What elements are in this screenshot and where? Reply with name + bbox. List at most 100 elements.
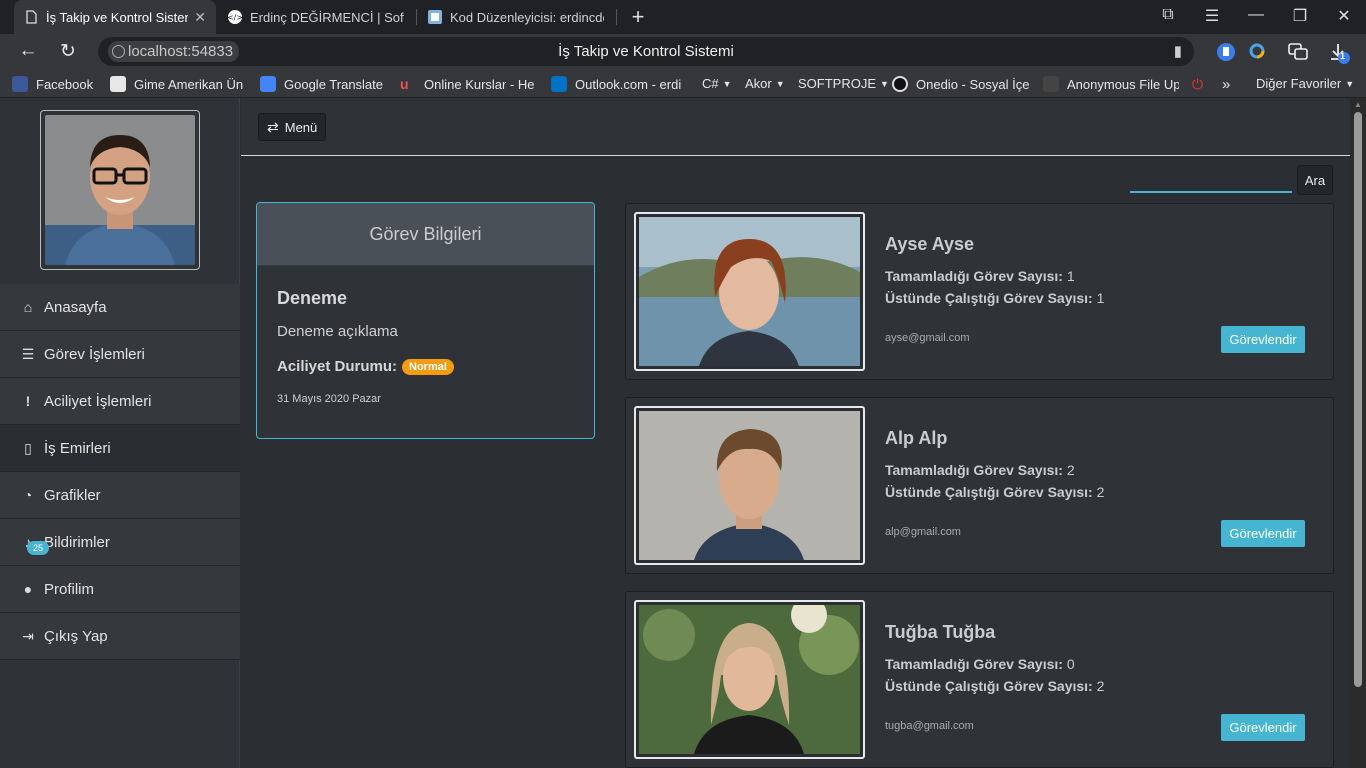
sidebar-item-profilim[interactable]: ● Profilim (0, 566, 240, 613)
search-button[interactable]: Ara (1297, 165, 1333, 195)
tab-divider (616, 9, 617, 25)
menu-icon[interactable]: ☰ (1201, 6, 1223, 26)
search-input[interactable] (1130, 168, 1292, 193)
completed-count: Tamamladığı Görev Sayısı: 0 (885, 656, 1075, 672)
sidebar-item-grafikler[interactable]: ◔ Grafikler (0, 472, 240, 519)
sidebar-item-label: İş Emirleri (44, 439, 111, 457)
bookmark-onedio[interactable]: Onedio - Sosyal İçe (892, 76, 1030, 92)
sidebar-item-label: Bildirimler (44, 533, 110, 551)
minimize-icon[interactable]: — (1245, 6, 1267, 24)
tasks-icon: ☰ (21, 345, 35, 362)
sidebar-item-cikis-yap[interactable]: ⇥ Çıkış Yap (0, 613, 240, 660)
outlook-icon (551, 76, 567, 92)
bookmark-folder-akor[interactable]: Akor ▼ (745, 76, 785, 91)
browser-toolbar: ← ↻ localhost:54833 İş Takip ve Kontrol … (0, 34, 1366, 70)
profile-avatar[interactable] (40, 110, 200, 270)
document-icon (24, 10, 38, 24)
window-close-icon[interactable]: ✕ (1333, 6, 1355, 26)
bookmark-facebook[interactable]: Facebook (12, 76, 98, 92)
browser-tab-strip: İş Takip ve Kontrol Sistemi ✕ </> Erdinç… (0, 0, 1366, 34)
home-icon: ⌂ (23, 299, 33, 315)
user-email: ayse@gmail.com (885, 332, 970, 344)
exclamation-icon: ! (25, 393, 31, 409)
assign-button[interactable]: Görevlendir (1221, 326, 1305, 353)
bookmark-outlook[interactable]: Outlook.com - erdi (551, 76, 689, 92)
restore-icon[interactable]: ❐ (1289, 6, 1311, 26)
close-icon[interactable]: ✕ (194, 9, 206, 26)
browser-tab[interactable]: </> Erdinç DEĞİRMENCİ | Software (218, 0, 414, 34)
bookmark-online-kurslar[interactable]: u Online Kurslar - He (400, 76, 536, 92)
more-bookmarks-icon[interactable]: » (1222, 76, 1230, 93)
caret-down-icon: ▼ (1345, 78, 1355, 89)
bookmark-gime[interactable]: Gime Amerikan Ün (110, 76, 246, 92)
page-scrollbar[interactable]: ▲ (1350, 98, 1366, 768)
user-email: alp@gmail.com (885, 526, 961, 538)
task-title: Deneme (277, 288, 348, 308)
bookmark-folder-csharp[interactable]: C# ▼ (702, 76, 732, 91)
completed-count: Tamamladığı Görev Sayısı: 1 (885, 268, 1075, 284)
reload-icon[interactable]: ↻ (56, 40, 80, 63)
task-date: 31 Mayıs 2020 Pazar (277, 393, 381, 405)
sidebar-item-label: Anasayfa (44, 298, 107, 316)
tab-title: İş Takip ve Kontrol Sistemi (46, 9, 189, 25)
assign-button[interactable]: Görevlendir (1221, 520, 1305, 547)
sidebar-item-gorev-islemleri[interactable]: ☰ Görev İşlemleri (0, 331, 240, 378)
download-icon[interactable]: 1 (1328, 42, 1350, 64)
sign-out-icon: ⇥ (22, 627, 34, 644)
bookmark-folder-other[interactable]: Diğer Favoriler ▼ (1256, 76, 1354, 91)
svg-text:</>: </> (228, 13, 242, 22)
sidebar-item-label: Profilim (44, 580, 95, 598)
extension-bookmark-icon[interactable] (1216, 42, 1236, 62)
top-bar: ⇄ Menü (241, 98, 1350, 156)
user-card: Alp Alp Tamamladığı Görev Sayısı: 2 Üstü… (625, 397, 1334, 574)
task-card-body: Deneme Deneme açıklama Aciliyet Durumu: … (257, 266, 594, 427)
udemy-icon: u (400, 76, 409, 92)
task-info-card: Görev Bilgileri Deneme Deneme açıklama A… (256, 202, 595, 439)
bookmark-folder-softproje[interactable]: SOFTPROJE ▼ (798, 76, 889, 91)
page-icon (110, 76, 126, 92)
exchange-icon: ⇄ (267, 118, 279, 135)
user-email: tugba@gmail.com (885, 720, 974, 732)
back-icon[interactable]: ← (16, 40, 40, 62)
scrollbar-thumb[interactable] (1354, 112, 1362, 687)
user-photo (634, 212, 865, 371)
bookmark-icon[interactable]: ▮ (1174, 42, 1182, 60)
sidebar-item-bildirimler[interactable]: ♪ Bildirimler 25 (0, 519, 240, 566)
browser-tab-active[interactable]: İş Takip ve Kontrol Sistemi ✕ (14, 0, 216, 34)
sidebar-item-label: Aciliyet İşlemleri (44, 392, 152, 410)
sidebar-item-anasayfa[interactable]: ⌂ Anasayfa (0, 284, 240, 331)
side-menu: ⌂ Anasayfa ☰ Görev İşlemleri ! Aciliyet … (0, 284, 240, 660)
facebook-icon (12, 76, 28, 92)
user-card: Ayse Ayse Tamamladığı Görev Sayısı: 1 Üs… (625, 203, 1334, 380)
tab-search-icon[interactable]: ⧉ (1157, 6, 1179, 24)
file-icon: ▯ (24, 439, 32, 456)
assign-button[interactable]: Görevlendir (1221, 714, 1305, 741)
bookmark-google-translate[interactable]: Google Translate (260, 76, 390, 92)
translate-icon (260, 76, 276, 92)
pie-chart-icon: ◔ (23, 487, 33, 503)
bookmark-anonymous-file[interactable]: Anonymous File Up (1043, 76, 1179, 92)
sidebar-item-aciliyet-islemleri[interactable]: ! Aciliyet İşlemleri (0, 378, 240, 425)
page-title: İş Takip ve Kontrol Sistemi (558, 43, 734, 60)
power-icon[interactable]: ⏻ (1192, 76, 1203, 93)
extension-chat-icon[interactable] (1288, 42, 1308, 62)
address-bar[interactable]: localhost:54833 İş Takip ve Kontrol Sist… (98, 37, 1194, 66)
new-tab-button[interactable]: + (626, 4, 650, 30)
page-content: ⌂ Anasayfa ☰ Görev İşlemleri ! Aciliyet … (0, 98, 1350, 768)
user-photo (634, 600, 865, 759)
scroll-up-icon[interactable]: ▲ (1354, 100, 1362, 109)
onedio-icon (892, 76, 908, 92)
caret-down-icon: ▼ (775, 78, 785, 89)
urgency-badge: Normal (402, 358, 454, 375)
user-name: Tuğba Tuğba (885, 622, 996, 642)
caret-down-icon: ▼ (722, 78, 732, 89)
menu-toggle-button[interactable]: ⇄ Menü (258, 113, 327, 141)
user-photo (634, 406, 865, 565)
sidebar: ⌂ Anasayfa ☰ Görev İşlemleri ! Aciliyet … (0, 98, 240, 768)
task-description: Deneme açıklama (277, 323, 398, 340)
editor-icon (428, 10, 442, 24)
sidebar-item-is-emirleri[interactable]: ▯ İş Emirleri (0, 425, 240, 472)
browser-tab[interactable]: Kod Düzenleyicisi: erdincdegirmenci (418, 0, 614, 34)
extension-search-icon[interactable] (1248, 42, 1268, 62)
task-card-header: Görev Bilgileri (257, 203, 594, 266)
